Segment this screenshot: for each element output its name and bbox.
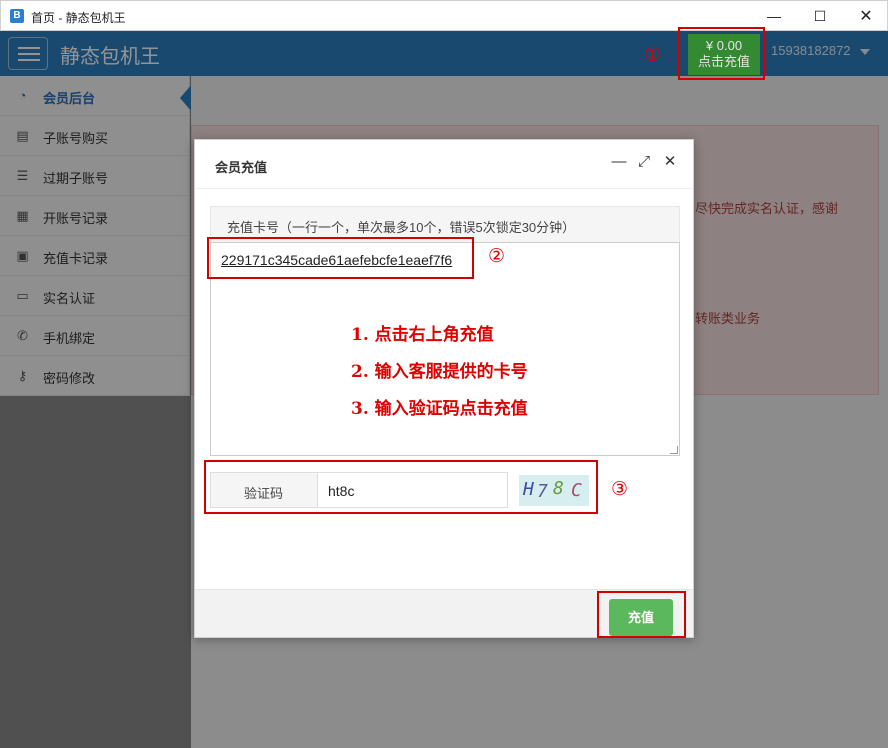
divider [195,188,693,189]
instruction-step: 3. 输入验证码点击充值 [351,399,528,419]
modal-title: 会员充值 [215,160,268,175]
step-marker: ③ [611,479,629,500]
maximize-icon[interactable]: ☐ [797,1,843,31]
close-icon[interactable]: ✕ [843,1,888,31]
recharge-modal: 会员充值 — ⤢ ✕ 充值卡号（一行一个，单次最多10个，错误5次锁定30分钟）… [194,139,694,638]
window-title: 首页 - 静态包机王 [31,11,126,25]
minimize-icon[interactable]: — [611,154,627,170]
highlight-box-card [207,237,474,279]
instruction-step: 2. 输入客服提供的卡号 [351,362,528,382]
highlight-box-recharge [678,27,765,80]
app-icon: B [10,9,24,23]
card-number-label: 充值卡号（一行一个，单次最多10个，错误5次锁定30分钟） [227,220,576,235]
close-icon[interactable]: ✕ [662,154,678,170]
highlight-box-captcha [204,460,598,514]
highlight-box-submit [597,591,686,638]
step-marker: ① [644,45,662,66]
resize-handle[interactable] [670,446,678,454]
maximize-icon[interactable]: ⤢ [636,154,652,170]
instruction-step: 1. 点击右上角充值 [351,325,494,345]
step-marker: ② [488,246,506,267]
